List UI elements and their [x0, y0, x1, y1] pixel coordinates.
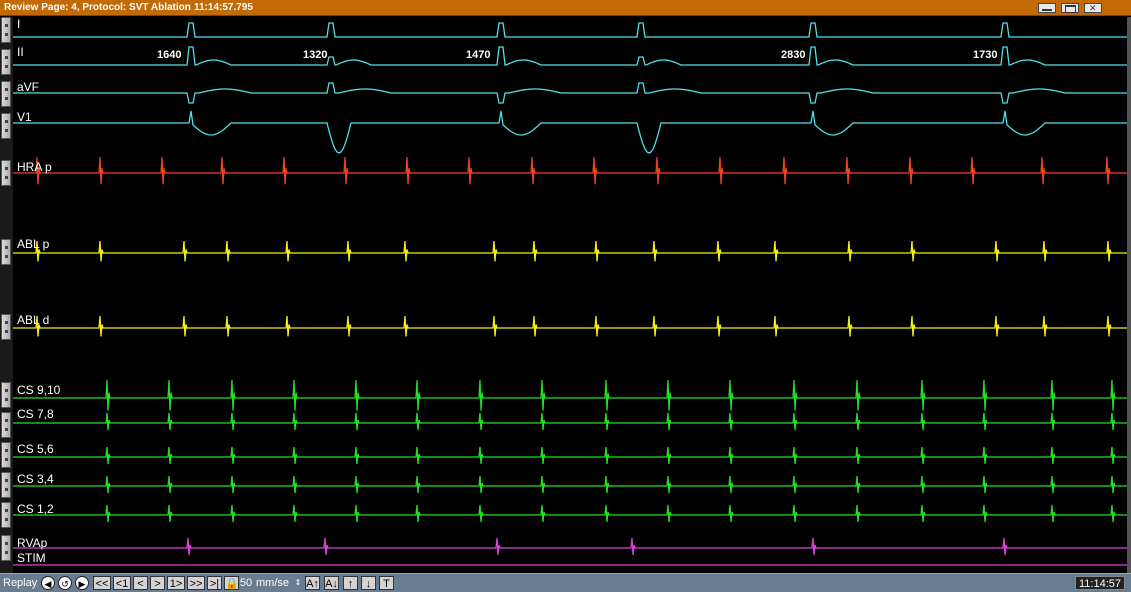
amplitude-decrease-icon[interactable]: A↓ — [324, 576, 339, 590]
channel-label[interactable]: CS 7,8 — [17, 407, 54, 421]
forward-one-button[interactable]: 1> — [167, 576, 185, 590]
channel-label[interactable]: CS 1,2 — [17, 502, 54, 516]
channel-label[interactable]: HRA p — [17, 160, 52, 174]
arrow-up-icon[interactable]: ↑ — [343, 576, 358, 590]
channel-label[interactable]: II — [17, 45, 24, 59]
channel-handle[interactable] — [1, 113, 11, 139]
minimize-button[interactable] — [1038, 3, 1056, 13]
trace-cs-5-6 — [13, 446, 1127, 465]
close-button[interactable] — [1084, 1, 1102, 17]
vertical-scrollbar[interactable] — [1127, 17, 1131, 573]
speed-value[interactable]: 50 — [238, 576, 254, 590]
channel-handle[interactable] — [1, 535, 11, 561]
interval-annotation: 1730 — [973, 49, 998, 61]
play-icon[interactable]: ▶ — [75, 576, 89, 590]
trace-avf — [13, 82, 1127, 104]
speed-unit: mm/se — [256, 577, 289, 589]
trace-rvap — [13, 537, 1127, 556]
trace-i — [13, 22, 1127, 38]
channel-handle[interactable] — [1, 160, 11, 186]
end-button[interactable]: >| — [207, 576, 222, 590]
channel-handle[interactable] — [1, 502, 11, 528]
interval-annotation: 2830 — [781, 49, 806, 61]
rewind-icon[interactable]: ◀ — [41, 576, 55, 590]
channel-label[interactable]: CS 9,10 — [17, 383, 60, 397]
channel-label[interactable]: I — [17, 17, 20, 31]
interval-annotation: 1320 — [303, 49, 328, 61]
trace-v1 — [13, 110, 1127, 154]
next-button[interactable]: > — [150, 576, 165, 590]
trace-cs-9-10 — [13, 379, 1127, 411]
clock-display: 11:14:57 — [1075, 576, 1125, 590]
trace-cs-7-8 — [13, 412, 1127, 431]
lock-icon[interactable]: 🔒 — [224, 576, 239, 590]
first-button[interactable]: << — [93, 576, 111, 590]
text-button[interactable]: T — [379, 576, 394, 590]
prev-button[interactable]: < — [133, 576, 148, 590]
channel-label[interactable]: V1 — [17, 110, 32, 124]
trace-cs-3-4 — [13, 475, 1127, 494]
trace-abl-p — [13, 240, 1127, 262]
channel-handle[interactable] — [1, 49, 11, 75]
channel-handle[interactable] — [1, 442, 11, 468]
trace-abl-d — [13, 315, 1127, 337]
reset-icon[interactable]: ↺ — [58, 576, 72, 590]
channel-label[interactable]: CS 3,4 — [17, 472, 54, 486]
channel-label[interactable]: RVAp — [17, 536, 47, 550]
maximize-button[interactable] — [1061, 3, 1079, 13]
channel-handle[interactable] — [1, 472, 11, 498]
amplitude-increase-icon[interactable]: A↑ — [305, 576, 320, 590]
channel-label[interactable]: CS 5,6 — [17, 442, 54, 456]
back-one-button[interactable]: <1 — [113, 576, 131, 590]
window-title: Review Page: 4, Protocol: SVT Ablation — [4, 2, 191, 13]
channel-label[interactable]: aVF — [17, 80, 39, 94]
channel-handle[interactable] — [1, 382, 11, 408]
channel-label[interactable]: STIM — [17, 551, 46, 565]
replay-label: Replay — [3, 577, 38, 589]
last-button[interactable]: >> — [187, 576, 205, 590]
channel-handle[interactable] — [1, 239, 11, 265]
interval-annotation: 1470 — [466, 49, 491, 61]
channel-handle-bar — [0, 17, 13, 573]
window-time: 11:14:57.795 — [194, 2, 253, 13]
channel-label[interactable]: ABL d — [17, 313, 49, 327]
playback-toolbar: Replay ◀ ↺ ▶ << <1 < > 1> >> >| 🔒 50 mm/… — [0, 573, 1131, 592]
trace-hra-p — [13, 156, 1127, 185]
channel-label[interactable]: ABL p — [17, 237, 49, 251]
channel-handle[interactable] — [1, 412, 11, 438]
title-bar: Review Page: 4, Protocol: SVT Ablation 1… — [0, 0, 1131, 17]
arrow-down-icon[interactable]: ↓ — [361, 576, 376, 590]
signal-traces — [13, 22, 1127, 566]
channel-handle[interactable] — [1, 81, 11, 107]
trace-cs-1-2 — [13, 504, 1127, 523]
channel-handle[interactable] — [1, 314, 11, 340]
channel-handle[interactable] — [1, 17, 11, 43]
interval-annotation: 1640 — [157, 49, 182, 61]
speed-stepper-icon[interactable]: ⇕ — [294, 576, 302, 590]
